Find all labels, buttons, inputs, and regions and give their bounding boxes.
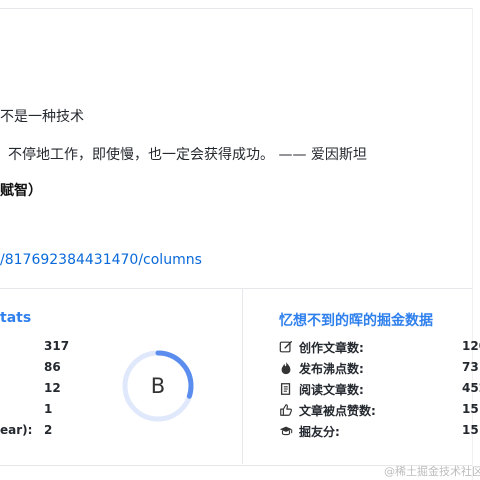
github-stat-value: 12 — [44, 381, 61, 395]
juejin-stat-label: 创作文章数: — [299, 341, 364, 355]
github-stats-title: tats — [0, 310, 32, 326]
juejin-stat-value: 120 — [462, 339, 480, 353]
github-stat-value: 86 — [44, 360, 61, 374]
github-stat-value: 317 — [44, 339, 70, 353]
grade-letter: B — [150, 374, 166, 398]
github-stat-label: ear): — [0, 423, 33, 437]
book-icon — [279, 382, 293, 396]
juejin-stat-value: 452 — [462, 381, 480, 395]
juejin-stat-label: 阅读文章数: — [299, 383, 364, 397]
graduation-cap-icon — [279, 424, 293, 438]
thumbs-up-icon — [279, 403, 293, 417]
juejin-stat-value: 151 — [462, 423, 480, 437]
top-divider — [0, 8, 472, 9]
edit-icon — [279, 340, 293, 354]
github-stat-value: 2 — [44, 423, 53, 437]
readme-line-bold: 赋智） — [0, 183, 42, 199]
columns-link[interactable]: /817692384431470/columns — [0, 252, 202, 268]
stats-panel-divider — [242, 288, 243, 464]
watermark: @稀土掘金技术社区 — [384, 465, 480, 478]
github-stat-value: 1 — [44, 402, 53, 416]
juejin-stat-label: 文章被点赞数: — [299, 404, 376, 418]
readme-line-tech: 不是一种技术 — [0, 109, 84, 125]
readme-quote: 不停地工作，即使慢，也一定会获得成功。 —— 爱因斯坦 — [8, 147, 367, 163]
juejin-stat-value: 151 — [462, 402, 480, 416]
flame-icon — [279, 361, 293, 375]
juejin-stats-title: 忆想不到的晖的掘金数据 — [279, 313, 433, 329]
juejin-stat-label: 发布沸点数: — [299, 362, 364, 376]
juejin-stat-label: 掘友分: — [299, 425, 340, 439]
juejin-stat-value: 73 — [462, 360, 479, 374]
